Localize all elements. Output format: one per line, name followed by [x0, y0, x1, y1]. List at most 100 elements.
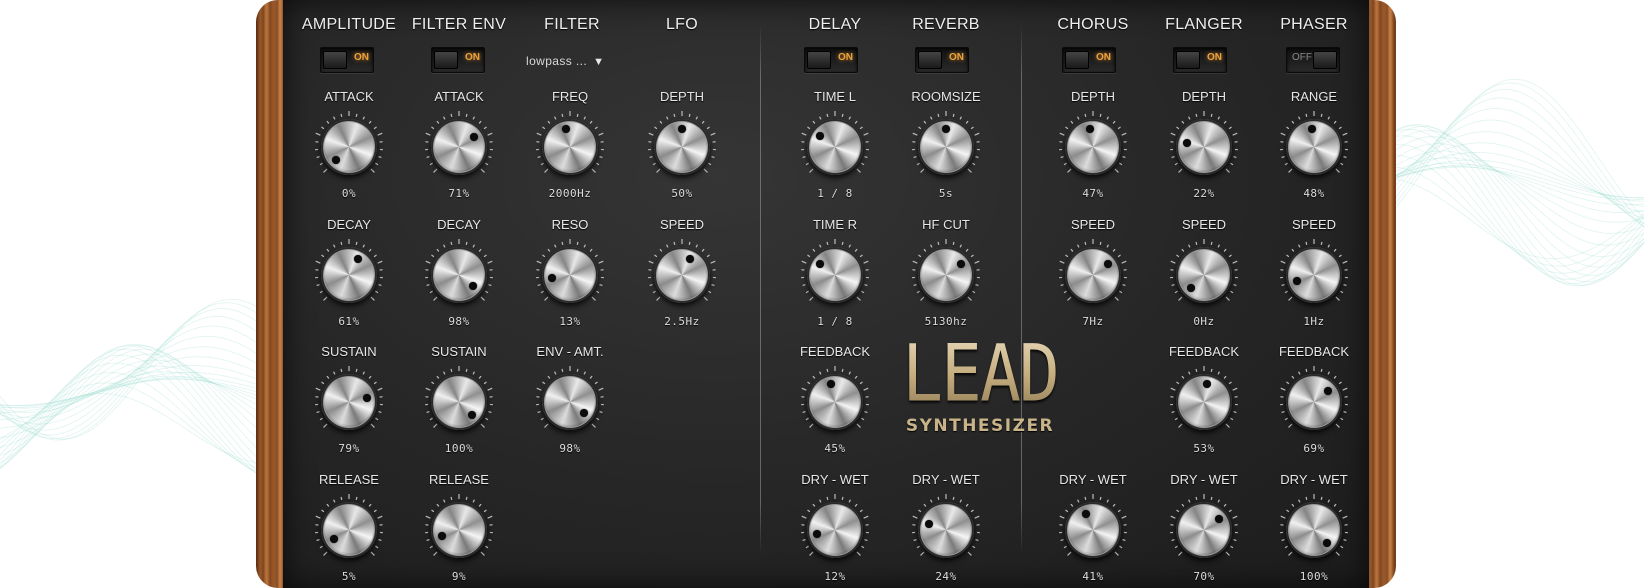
knob-control[interactable] — [313, 111, 385, 183]
knob-control[interactable] — [1278, 239, 1350, 311]
knob-control[interactable] — [799, 111, 871, 183]
knob-dial[interactable] — [431, 502, 487, 558]
knob-lfo-depth[interactable]: DEPTH 50% — [622, 89, 742, 200]
knob-dial[interactable] — [321, 119, 377, 175]
knob-dial[interactable] — [321, 374, 377, 430]
knob-dial[interactable] — [918, 502, 974, 558]
knob-dial[interactable] — [918, 247, 974, 303]
knob-dial[interactable] — [1286, 502, 1342, 558]
knob-reverb-hf-cut[interactable]: HF CUT 5130hz — [886, 217, 1006, 328]
knob-fenv-decay[interactable]: DECAY 98% — [399, 217, 519, 328]
knob-delay-dry-wet[interactable]: DRY - WET 12% — [775, 472, 895, 583]
knob-dial[interactable] — [807, 502, 863, 558]
knob-dial[interactable] — [1065, 502, 1121, 558]
knob-dial[interactable] — [807, 119, 863, 175]
knob-flanger-feedback[interactable]: FEEDBACK 53% — [1144, 344, 1264, 455]
knob-control[interactable] — [799, 494, 871, 566]
knob-amp-release[interactable]: RELEASE 5% — [289, 472, 409, 583]
delay-toggle[interactable]: ON — [804, 47, 858, 73]
knob-control[interactable] — [313, 366, 385, 438]
knob-dial[interactable] — [542, 374, 598, 430]
knob-dial[interactable] — [321, 502, 377, 558]
knob-chorus-dry-wet[interactable]: DRY - WET 41% — [1033, 472, 1153, 583]
phaser-toggle[interactable]: OFF — [1286, 47, 1340, 73]
knob-dial[interactable] — [1065, 119, 1121, 175]
knob-dial[interactable] — [807, 247, 863, 303]
knob-control[interactable] — [534, 239, 606, 311]
knob-dial[interactable] — [1176, 119, 1232, 175]
knob-fenv-attack[interactable]: ATTACK 71% — [399, 89, 519, 200]
knob-phaser-speed[interactable]: SPEED 1Hz — [1254, 217, 1374, 328]
knob-dial[interactable] — [1286, 247, 1342, 303]
knob-dial[interactable] — [1176, 502, 1232, 558]
knob-dial[interactable] — [431, 119, 487, 175]
knob-control[interactable] — [1057, 111, 1129, 183]
flanger-toggle[interactable]: ON — [1173, 47, 1227, 73]
knob-control[interactable] — [799, 366, 871, 438]
knob-control[interactable] — [534, 366, 606, 438]
knob-control[interactable] — [910, 494, 982, 566]
knob-flanger-dry-wet[interactable]: DRY - WET 70% — [1144, 472, 1264, 583]
knob-control[interactable] — [1278, 366, 1350, 438]
knob-amp-sustain[interactable]: SUSTAIN 79% — [289, 344, 409, 455]
knob-amp-attack[interactable]: ATTACK 0% — [289, 89, 409, 200]
knob-control[interactable] — [910, 111, 982, 183]
knob-delay-feedback[interactable]: FEEDBACK 45% — [775, 344, 895, 455]
knob-control[interactable] — [1168, 111, 1240, 183]
knob-chorus-depth[interactable]: DEPTH 47% — [1033, 89, 1153, 200]
knob-control[interactable] — [1057, 494, 1129, 566]
knob-dial[interactable] — [1176, 374, 1232, 430]
knob-dial[interactable] — [1176, 247, 1232, 303]
knob-delay-time-l[interactable]: TIME L 1 / 8 — [775, 89, 895, 200]
knob-dial[interactable] — [1065, 247, 1121, 303]
knob-control[interactable] — [1168, 494, 1240, 566]
knob-flanger-depth[interactable]: DEPTH 22% — [1144, 89, 1264, 200]
knob-filter-env-amt[interactable]: ENV - AMT. 98% — [510, 344, 630, 455]
knob-control[interactable] — [313, 239, 385, 311]
knob-filter-reso[interactable]: RESO 13% — [510, 217, 630, 328]
filter-type-dropdown[interactable]: lowpass ... ▼ — [526, 54, 604, 68]
knob-control[interactable] — [423, 239, 495, 311]
knob-control[interactable] — [423, 111, 495, 183]
knob-dial[interactable] — [654, 247, 710, 303]
knob-control[interactable] — [646, 239, 718, 311]
knob-control[interactable] — [423, 494, 495, 566]
knob-control[interactable] — [1278, 494, 1350, 566]
knob-dial[interactable] — [1286, 374, 1342, 430]
knob-flanger-speed[interactable]: SPEED 0Hz — [1144, 217, 1264, 328]
knob-dial[interactable] — [321, 247, 377, 303]
knob-dial[interactable] — [542, 119, 598, 175]
knob-phaser-dry-wet[interactable]: DRY - WET 100% — [1254, 472, 1374, 583]
knob-phaser-range[interactable]: RANGE 48% — [1254, 89, 1374, 200]
knob-fenv-sustain[interactable]: SUSTAIN 100% — [399, 344, 519, 455]
knob-reverb-roomsize[interactable]: ROOMSIZE 5s — [886, 89, 1006, 200]
knob-dial[interactable] — [431, 247, 487, 303]
knob-control[interactable] — [313, 494, 385, 566]
knob-filter-freq[interactable]: FREQ 2000Hz — [510, 89, 630, 200]
knob-control[interactable] — [1278, 111, 1350, 183]
knob-control[interactable] — [910, 239, 982, 311]
reverb-toggle[interactable]: ON — [915, 47, 969, 73]
knob-chorus-speed[interactable]: SPEED 7Hz — [1033, 217, 1153, 328]
filter-env-toggle[interactable]: ON — [431, 47, 485, 73]
knob-dial[interactable] — [918, 119, 974, 175]
knob-reverb-dry-wet[interactable]: DRY - WET 24% — [886, 472, 1006, 583]
knob-lfo-speed[interactable]: SPEED 2.5Hz — [622, 217, 742, 328]
knob-delay-time-r[interactable]: TIME R 1 / 8 — [775, 217, 895, 328]
knob-control[interactable] — [799, 239, 871, 311]
knob-control[interactable] — [1168, 366, 1240, 438]
knob-dial[interactable] — [1286, 119, 1342, 175]
knob-fenv-release[interactable]: RELEASE 9% — [399, 472, 519, 583]
chorus-toggle[interactable]: ON — [1062, 47, 1116, 73]
knob-dial[interactable] — [431, 374, 487, 430]
knob-phaser-feedback[interactable]: FEEDBACK 69% — [1254, 344, 1374, 455]
knob-control[interactable] — [1168, 239, 1240, 311]
knob-control[interactable] — [646, 111, 718, 183]
knob-control[interactable] — [1057, 239, 1129, 311]
knob-control[interactable] — [423, 366, 495, 438]
amplitude-toggle[interactable]: ON — [320, 47, 374, 73]
knob-control[interactable] — [534, 111, 606, 183]
knob-dial[interactable] — [542, 247, 598, 303]
knob-dial[interactable] — [807, 374, 863, 430]
knob-amp-decay[interactable]: DECAY 61% — [289, 217, 409, 328]
